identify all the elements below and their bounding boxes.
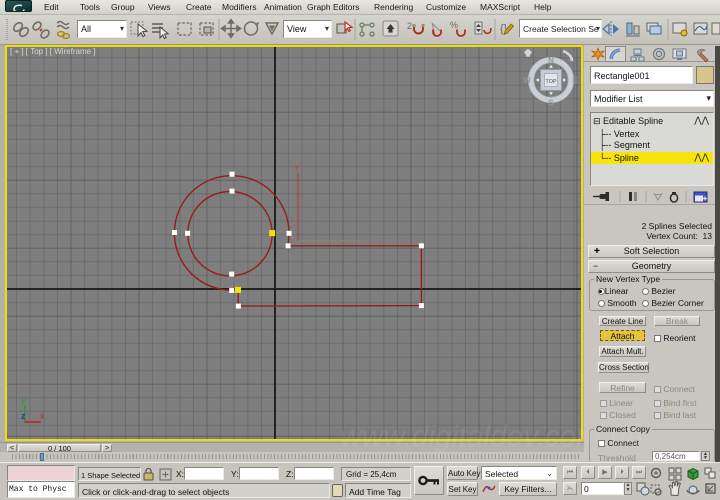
svg-text:y: y — [295, 162, 299, 171]
svg-text:x: x — [40, 411, 45, 421]
svg-text:S: S — [548, 99, 554, 108]
svg-text:y: y — [20, 395, 26, 405]
svg-text:%: % — [450, 20, 458, 30]
svg-text:W: W — [523, 76, 531, 85]
svg-text:x: x — [365, 232, 369, 241]
svg-text:2: 2 — [407, 21, 412, 31]
svg-text:E: E — [572, 76, 578, 85]
svg-text:z: z — [21, 411, 26, 421]
svg-text:N: N — [548, 56, 554, 65]
svg-text:TOP: TOP — [545, 79, 557, 85]
